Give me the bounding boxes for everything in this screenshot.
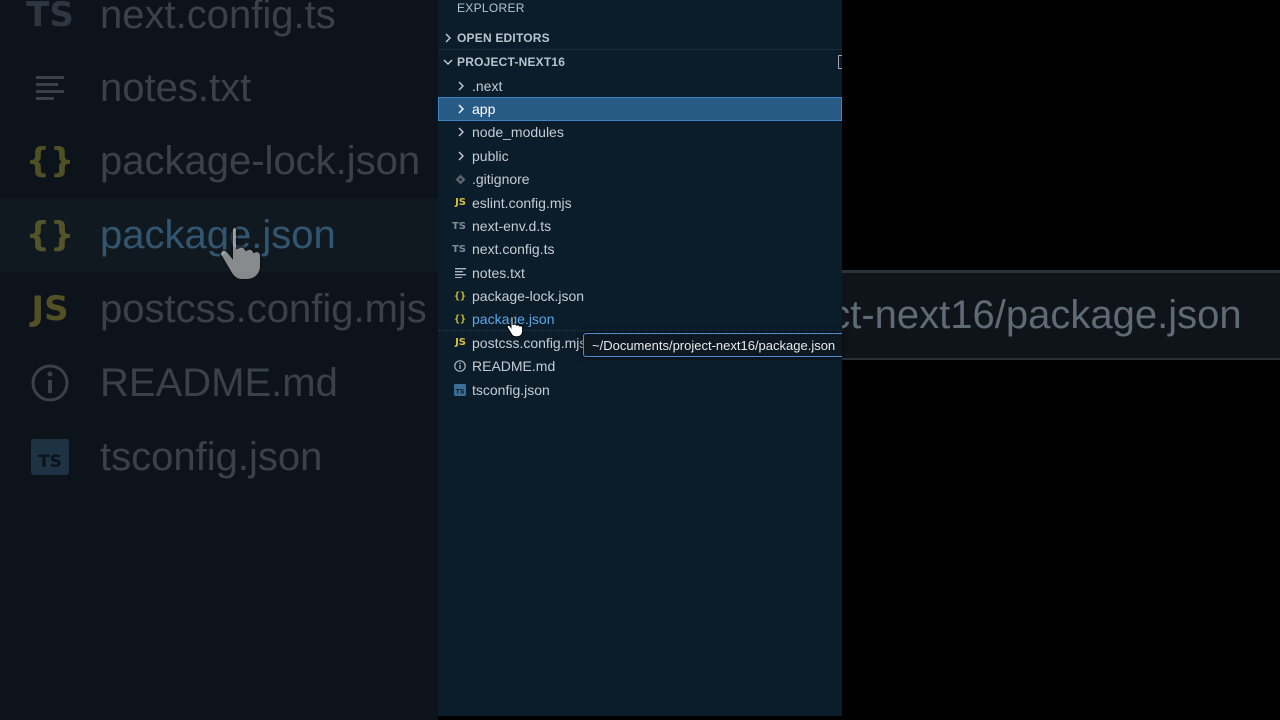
tree-item-label: next-env.d.ts bbox=[472, 218, 552, 235]
tree-item-label: node_modules bbox=[472, 124, 564, 141]
git-icon bbox=[438, 174, 472, 185]
bg-row-notes: notes.txt bbox=[0, 51, 438, 125]
tree-item-label: tsconfig.json bbox=[472, 381, 550, 398]
bg-tooltip-zoom: ect-next16/package.json bbox=[842, 270, 1280, 360]
lines-icon bbox=[438, 267, 472, 278]
bg-pointer-cursor-icon bbox=[219, 225, 262, 281]
tree-item-label: .gitignore bbox=[472, 171, 530, 188]
bg-tsconfig-text: TS bbox=[38, 452, 62, 472]
tsconfig-icon: TS bbox=[0, 438, 100, 476]
open-editors-header[interactable]: OPEN EDITORS bbox=[438, 27, 842, 49]
chevron-right-icon bbox=[438, 81, 472, 91]
tree-item-label: .next bbox=[472, 77, 503, 94]
bg-row-package-lock: {} package-lock.json bbox=[0, 124, 438, 198]
project-label: PROJECT-NEXT16 bbox=[457, 55, 566, 69]
tree-item-label: README.md bbox=[472, 358, 556, 375]
tree-item-label: next.config.ts bbox=[472, 241, 555, 258]
tooltip-text: ~/Documents/project-next16/package.json bbox=[592, 337, 836, 353]
json-icon: {} bbox=[25, 141, 75, 181]
json-icon: {} bbox=[453, 290, 466, 302]
background-zoom-left: TS next.config.ts notes.txt {} package-l… bbox=[0, 0, 438, 720]
tree-item-notes[interactable]: notes.txt bbox=[438, 261, 842, 284]
js-icon: JS bbox=[31, 289, 69, 329]
info-icon bbox=[0, 363, 100, 403]
json-icon: {} bbox=[453, 313, 466, 325]
tree-item-label: package-lock.json bbox=[472, 288, 585, 305]
tree-item-package[interactable]: {} package.json bbox=[438, 308, 842, 332]
tsconfig-icon-text: TS bbox=[455, 387, 464, 395]
tree-item-label: public bbox=[472, 147, 509, 164]
js-icon: JS bbox=[455, 337, 466, 349]
bg-label: package-lock.json bbox=[100, 138, 421, 183]
bg-row-tsconfig: TS tsconfig.json bbox=[0, 420, 438, 494]
bg-label: postcss.config.mjs bbox=[100, 286, 427, 331]
pointer-cursor-icon bbox=[506, 315, 524, 337]
tree-item-tsconfig[interactable]: TS tsconfig.json bbox=[438, 378, 842, 401]
tree-item-label: postcss.config.mjs bbox=[472, 334, 587, 351]
explorer-panel: EXPLORER OPEN EDITORS PROJECT-NEXT16 .ne… bbox=[438, 0, 842, 716]
tree-item-gitignore[interactable]: .gitignore bbox=[438, 168, 842, 191]
tree-item-eslint-config[interactable]: JS eslint.config.mjs bbox=[438, 191, 842, 214]
sash-handle[interactable] bbox=[838, 55, 842, 69]
tree-item-next-config[interactable]: TS next.config.ts bbox=[438, 238, 842, 261]
chevron-right-icon bbox=[438, 151, 472, 161]
ts-icon: TS bbox=[26, 0, 74, 35]
js-icon: JS bbox=[455, 197, 466, 209]
ts-icon: TS bbox=[451, 243, 466, 255]
tree-item-readme[interactable]: README.md bbox=[438, 355, 842, 378]
tree-item-label: app bbox=[472, 101, 496, 118]
open-editors-label: OPEN EDITORS bbox=[457, 31, 550, 45]
tree-item-package-lock[interactable]: {} package-lock.json bbox=[438, 285, 842, 308]
tree-item-public[interactable]: public bbox=[438, 144, 842, 167]
tree-item-node-modules[interactable]: node_modules bbox=[438, 121, 842, 144]
lines-icon bbox=[0, 74, 100, 102]
bg-label: next.config.ts bbox=[100, 0, 336, 37]
tree-item-label: eslint.config.mjs bbox=[472, 194, 572, 211]
chevron-down-icon bbox=[438, 57, 457, 67]
chevron-right-icon bbox=[438, 127, 472, 137]
bg-row-next-config: TS next.config.ts bbox=[0, 0, 438, 52]
project-header[interactable]: PROJECT-NEXT16 bbox=[438, 51, 842, 73]
bg-label: notes.txt bbox=[100, 65, 252, 110]
bg-label: tsconfig.json bbox=[100, 434, 323, 479]
ts-icon: TS bbox=[451, 220, 466, 232]
bg-label: README.md bbox=[100, 360, 338, 405]
chevron-right-icon bbox=[438, 33, 457, 43]
bg-tooltip-text: ect-next16/package.json bbox=[842, 293, 1242, 337]
path-tooltip: ~/Documents/project-next16/package.json bbox=[583, 333, 842, 357]
explorer-title: EXPLORER bbox=[457, 1, 525, 15]
tree-item-label: notes.txt bbox=[472, 264, 525, 281]
json-icon: {} bbox=[25, 215, 75, 255]
section-divider bbox=[438, 49, 842, 50]
chevron-right-icon bbox=[438, 104, 472, 114]
tree-item-next-env[interactable]: TS next-env.d.ts bbox=[438, 214, 842, 237]
tree-item-next[interactable]: .next bbox=[438, 74, 842, 97]
tsconfig-icon: TS bbox=[438, 383, 472, 396]
info-icon bbox=[438, 360, 472, 373]
tree-item-app[interactable]: app bbox=[438, 97, 842, 121]
bg-row-readme: README.md bbox=[0, 346, 438, 420]
background-zoom-right: ect-next16/package.json bbox=[842, 0, 1280, 720]
